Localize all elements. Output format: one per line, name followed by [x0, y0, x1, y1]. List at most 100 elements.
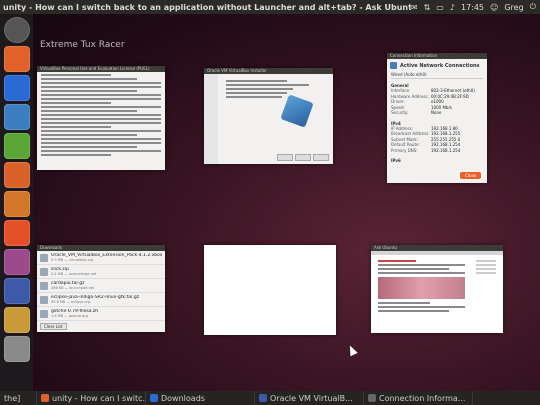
download-details: 1.8 MB — gnome.org: [51, 314, 88, 318]
download-item[interactable]: Oracle_VM_VirtualBox_Extension_Pack-4.1.…: [37, 251, 165, 265]
ubuntu-one-icon[interactable]: [3, 220, 30, 246]
close-button[interactable]: Close: [460, 172, 481, 179]
info-key: Primary DNS:: [391, 147, 418, 153]
text-line: [226, 88, 293, 90]
trash-icon[interactable]: [3, 336, 30, 362]
dash-icon[interactable]: [3, 17, 30, 43]
text-line: [378, 272, 465, 274]
download-item[interactable]: eclipse-java-indigo-SR2-linux-gtk.tar.gz…: [37, 293, 165, 307]
download-item[interactable]: cardapio.tar.gz 286 KB — launchpad.net: [37, 279, 165, 293]
info-value: None: [431, 110, 442, 115]
mail-icon[interactable]: ✉: [411, 3, 418, 12]
top-panel: unity - How can I switch back to an appl…: [0, 0, 540, 14]
browser-window[interactable]: Ask Ubuntu: [371, 245, 503, 333]
taskbar-item[interactable]: Downloads: [146, 391, 255, 405]
network-icon: [390, 62, 397, 69]
download-details: 5.4 MB — sourceforge.net: [51, 272, 97, 276]
virtualbox-icon[interactable]: [3, 278, 30, 304]
clock[interactable]: 17:45: [461, 3, 484, 12]
file-icon: [40, 281, 48, 290]
file-icon: [40, 295, 48, 304]
connection-information-window[interactable]: Connection Information Active Network Co…: [387, 53, 487, 183]
taskbar-left-edge: the]: [0, 391, 37, 405]
wifi-icon[interactable]: ⇅: [424, 3, 431, 12]
back-button[interactable]: [277, 154, 293, 161]
text-line: [476, 272, 496, 274]
text-line: [41, 118, 161, 120]
download-details: 9.9 MB — virtualbox.org: [51, 258, 94, 262]
next-button[interactable]: [295, 154, 311, 161]
text-line: [41, 90, 137, 92]
general-section-label: General: [391, 83, 409, 88]
app-icon: [150, 394, 158, 402]
clear-list-button[interactable]: Clear List: [40, 323, 67, 330]
text-line: [41, 154, 112, 156]
text-line: [41, 114, 161, 116]
text-line: [476, 264, 496, 266]
text-line: [41, 122, 161, 124]
general-list: Interface: 802-3-Ethernet (eth0) Hardware …: [387, 88, 487, 116]
text-line: [41, 134, 137, 136]
text-line: [226, 80, 288, 82]
license-window[interactable]: VirtualBox Personal Use and Evaluation L…: [37, 66, 165, 170]
text-line: [41, 106, 161, 108]
text-line: [41, 86, 161, 88]
power-icon[interactable]: ⏻: [530, 2, 536, 12]
text-line: [476, 260, 496, 262]
ipv4-list: IP Address: 192.168.1.80 Broadcast Address…: [387, 126, 487, 154]
text-line: [378, 268, 450, 270]
text-line: [41, 98, 161, 100]
text-line: [378, 306, 465, 308]
text-line: [41, 74, 112, 76]
ipv6-section-label: IPv6: [391, 158, 401, 163]
taskbar-item[interactable]: Connection Informa...: [364, 391, 473, 405]
info-value: 192.168.1.254: [431, 147, 461, 153]
cancel-button[interactable]: [313, 154, 329, 161]
text-line: [41, 138, 161, 140]
file-icon: [40, 309, 48, 318]
firefox-icon[interactable]: [3, 75, 30, 101]
taskbar-item-label: Downloads: [161, 393, 205, 403]
mouse-pointer-icon: [346, 343, 358, 357]
calc-icon[interactable]: [3, 133, 30, 159]
installer-window[interactable]: Oracle VM VirtualBox Installer: [204, 68, 333, 164]
text-line: [41, 150, 161, 152]
text-line: [378, 310, 450, 312]
download-details: 286 KB — launchpad.net: [51, 286, 95, 290]
text-line: [41, 130, 161, 132]
text-line: [41, 142, 161, 144]
taskbar-item[interactable]: unity - How can I switc...: [37, 391, 146, 405]
files-icon[interactable]: [3, 46, 30, 72]
network-heading: Active Network Connections: [400, 62, 480, 69]
volume-icon[interactable]: ♪: [450, 3, 455, 12]
connection-tab[interactable]: Wired (Auto eth0): [391, 72, 483, 79]
window-title: unity - How can I switch back to an appl…: [3, 2, 411, 12]
installer-window-title: Oracle VM VirtualBox Installer: [204, 68, 333, 74]
taskbar-item[interactable]: Oracle VM VirtualB...: [255, 391, 364, 405]
info-row: Security: None: [387, 110, 487, 116]
text-line: [41, 102, 112, 104]
blank-window[interactable]: [204, 245, 336, 335]
text-line: [378, 264, 465, 266]
download-item[interactable]: glitche-0.79-filesa.zh 1.8 MB — gnome.org: [37, 307, 165, 321]
ipv4-section-label: IPv4: [391, 120, 401, 126]
impress-icon[interactable]: [3, 162, 30, 188]
battery-icon[interactable]: ▭: [436, 3, 444, 12]
downloads-window[interactable]: Downloads Oracle_VM_VirtualBox_Extension…: [37, 245, 165, 332]
text-line: [41, 146, 137, 148]
download-item[interactable]: slick.zip 5.4 MB — sourceforge.net: [37, 265, 165, 279]
software-center-icon[interactable]: [3, 191, 30, 217]
user-name[interactable]: Greg: [504, 3, 523, 12]
user-icon[interactable]: ☺: [490, 3, 498, 12]
app-icon: [41, 394, 49, 402]
writer-icon[interactable]: [3, 104, 30, 130]
text-line: [41, 94, 161, 96]
app-icon: [259, 394, 267, 402]
file-icon: [40, 253, 48, 262]
archive-icon[interactable]: [3, 307, 30, 333]
taskbar-item-label: Oracle VM VirtualB...: [270, 393, 353, 403]
text-line: [41, 110, 137, 112]
taskbar-item-label: Connection Informa...: [379, 393, 466, 403]
text-line: [41, 78, 137, 80]
settings-icon[interactable]: [3, 249, 30, 275]
